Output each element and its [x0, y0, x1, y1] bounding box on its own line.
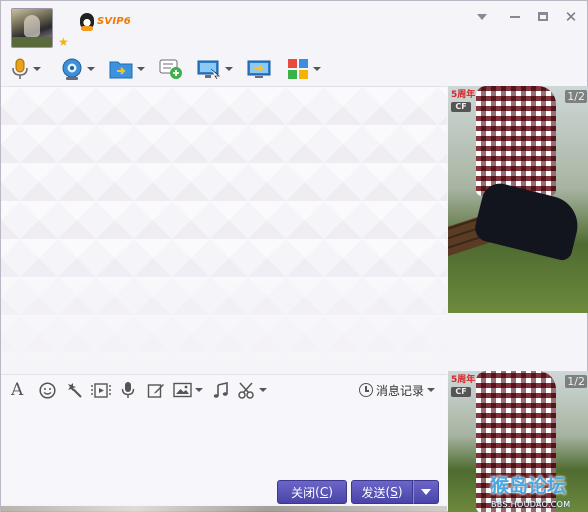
- title-bar: ★ SVIP6 ✕: [1, 1, 587, 53]
- chevron-down-icon: [421, 489, 431, 495]
- apps-grid-icon: [288, 59, 308, 79]
- star-icon[interactable]: ★: [58, 36, 69, 48]
- font-icon: A: [11, 380, 24, 400]
- add-chat-icon: [159, 59, 182, 79]
- image-icon: [173, 382, 192, 398]
- music-button[interactable]: [213, 381, 229, 399]
- photo-figure: [476, 86, 556, 196]
- maximize-button[interactable]: [534, 9, 552, 25]
- chat-toolbar: [1, 53, 441, 85]
- gif-button[interactable]: [91, 381, 111, 399]
- minimize-icon: [510, 15, 520, 18]
- avatar[interactable]: [11, 8, 53, 48]
- send-file-button[interactable]: [109, 57, 145, 81]
- chevron-down-icon: [313, 67, 321, 71]
- close-window-button[interactable]: ✕: [562, 9, 580, 25]
- microphone-icon: [12, 58, 28, 79]
- send-options-button[interactable]: [413, 480, 439, 504]
- close-icon: ✕: [564, 8, 578, 26]
- remote-desktop-icon: [197, 60, 221, 79]
- send-button-label: 发送: [361, 485, 386, 500]
- remote-assist-button[interactable]: [197, 57, 233, 81]
- chevron-down-icon: [225, 67, 233, 71]
- voice-call-button[interactable]: [11, 57, 41, 81]
- send-button[interactable]: 发送(S): [351, 480, 413, 504]
- magic-icon: [68, 383, 82, 398]
- forum-watermark-url: BBS.HOUDAO.COM: [491, 500, 571, 509]
- emoji-button[interactable]: [39, 381, 56, 399]
- font-button[interactable]: A: [11, 380, 24, 400]
- background-strip: [1, 506, 447, 512]
- voice-message-button[interactable]: [121, 381, 135, 399]
- forum-watermark: 猴岛论坛: [490, 475, 567, 497]
- edit-icon: [147, 383, 164, 398]
- share-screen-button[interactable]: [247, 57, 271, 81]
- apps-button[interactable]: [287, 57, 321, 81]
- input-toolbar: A 消息记录: [1, 374, 447, 404]
- vip-badge[interactable]: SVIP6: [80, 13, 131, 31]
- cf-anniversary-logo: 5周年 CF: [451, 90, 476, 112]
- chevron-down-icon: [427, 388, 436, 392]
- emoji-icon: [39, 381, 56, 399]
- screenshot-icon: [238, 381, 254, 399]
- cf-anniversary-logo: 5周年 CF: [451, 375, 476, 397]
- chevron-down-icon: [477, 14, 487, 20]
- magic-button[interactable]: [65, 381, 83, 399]
- video-call-button[interactable]: [61, 57, 95, 81]
- webcam-icon: [62, 58, 82, 80]
- gif-icon: [91, 382, 111, 398]
- close-button-label: 关闭: [291, 485, 316, 500]
- minimize-button[interactable]: [506, 9, 524, 25]
- message-history-area[interactable]: [1, 86, 447, 375]
- qq-penguin-icon: [80, 13, 94, 31]
- send-image-button[interactable]: [173, 381, 203, 399]
- clock-icon: [359, 383, 373, 397]
- photo-figure-legs: [472, 179, 584, 263]
- window-menu-button[interactable]: [473, 9, 491, 25]
- chevron-down-icon: [33, 67, 41, 71]
- message-history-label: 消息记录: [376, 383, 425, 398]
- chat-background-fade: [1, 247, 447, 375]
- chevron-down-icon: [195, 388, 203, 392]
- chevron-down-icon: [259, 388, 267, 392]
- add-chat-button[interactable]: [159, 57, 183, 81]
- share-screen-icon: [247, 60, 271, 78]
- photo-page-indicator: 1/2: [565, 375, 587, 388]
- voice-icon: [121, 382, 135, 398]
- note-button[interactable]: [147, 381, 165, 399]
- maximize-icon: [538, 12, 548, 21]
- chevron-down-icon: [137, 67, 145, 71]
- close-button-shortcut: C: [319, 485, 329, 499]
- contact-show-photo[interactable]: 5周年 CF 1/2: [448, 86, 588, 313]
- close-button[interactable]: 关闭(C): [277, 480, 347, 504]
- send-file-icon: [109, 61, 133, 79]
- music-icon: [213, 381, 228, 398]
- chat-window: ★ SVIP6 ✕ 5周年 CF 1/2 A 消息记录 5周年 CF 1/2 关…: [0, 0, 588, 512]
- photo-page-indicator: 1/2: [565, 90, 587, 103]
- chevron-down-icon: [87, 67, 95, 71]
- send-button-shortcut: S: [390, 485, 398, 499]
- screenshot-button[interactable]: [238, 381, 267, 399]
- vip-label: SVIP6: [97, 15, 131, 27]
- message-history-button[interactable]: 消息记录: [359, 380, 436, 400]
